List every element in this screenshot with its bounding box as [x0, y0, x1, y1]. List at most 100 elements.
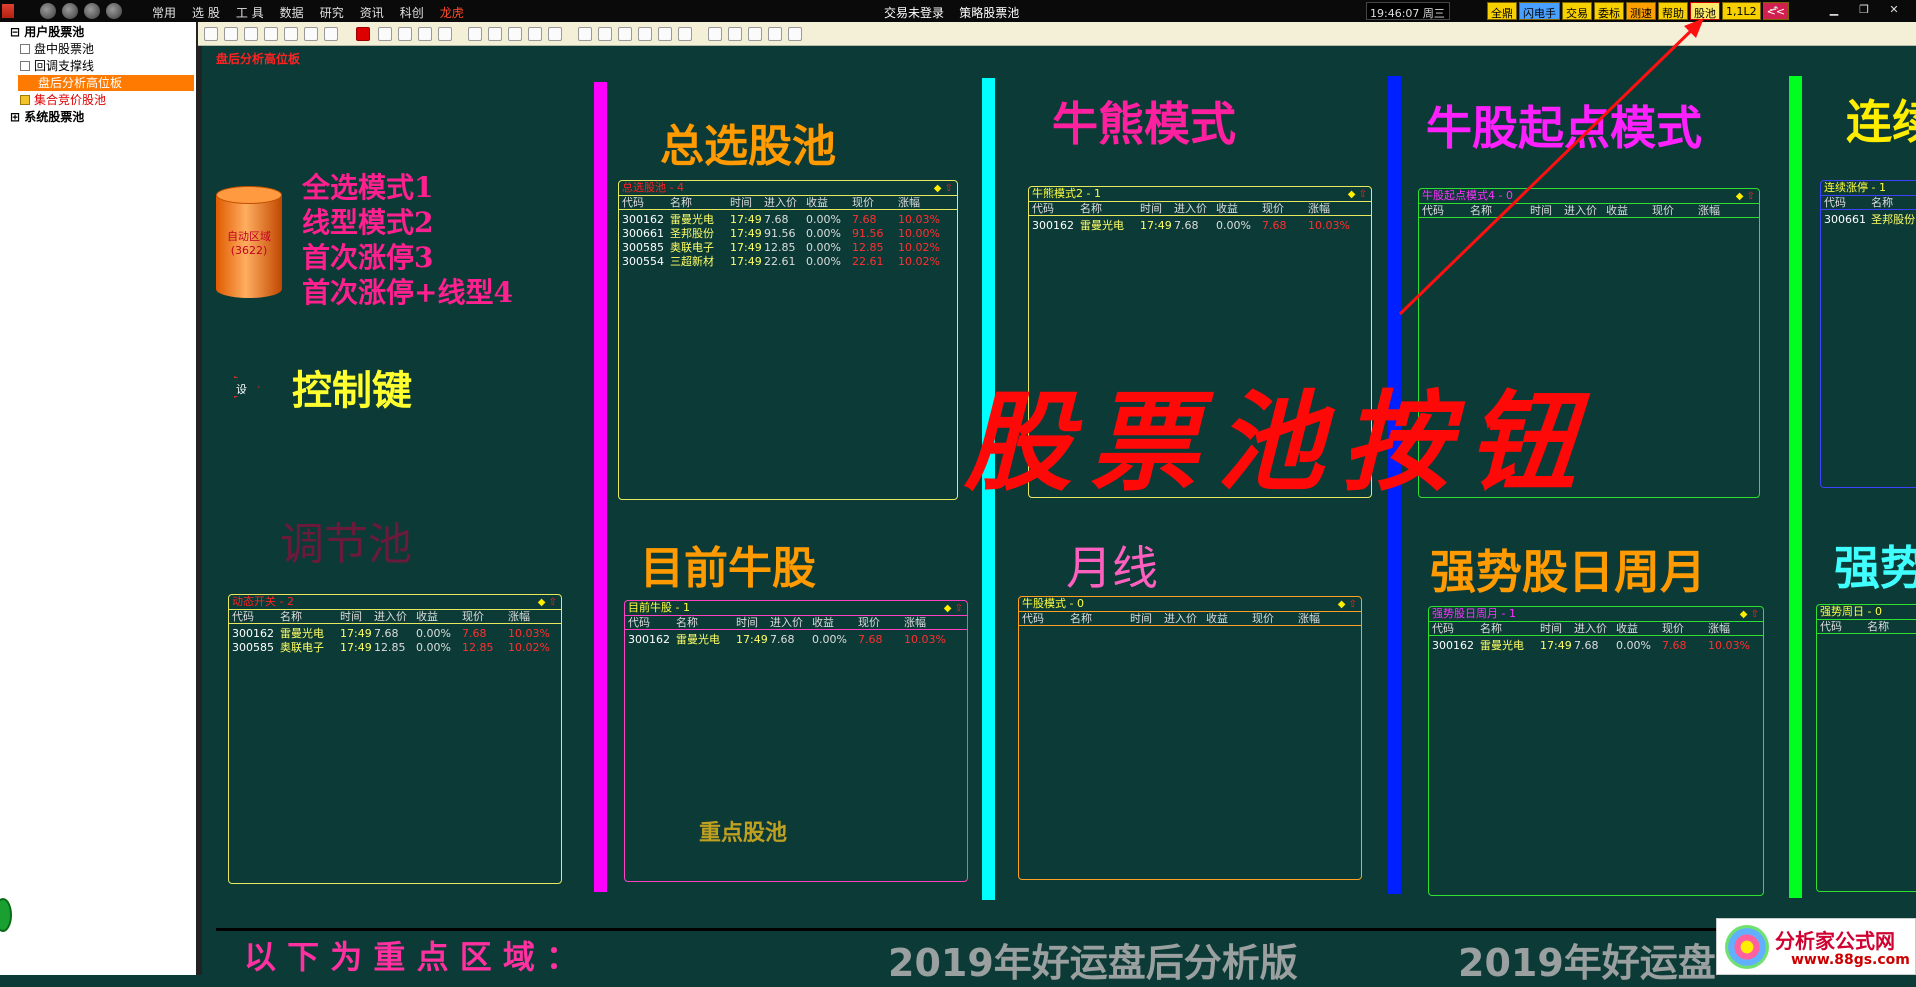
quick-button-quanding[interactable]: 全鼎 — [1487, 2, 1517, 20]
panel-monthly[interactable]: 牛股模式 - 0 ◆ ⇧ 代码 名称 时间 进入价 收益 现价 涨幅 — [1018, 596, 1362, 880]
menu-item-research[interactable]: 研究 — [320, 4, 344, 21]
table-row[interactable]: 300162 雷曼光电 17:49 7.68 0.00% 7.68 10.03% — [1029, 219, 1371, 233]
circle-button-2[interactable] — [62, 3, 78, 19]
close-icon[interactable]: ✕ — [1886, 3, 1902, 17]
tool-icon-20[interactable] — [618, 27, 632, 41]
tool-icon-22[interactable] — [658, 27, 672, 41]
quick-button-trade[interactable]: 交易 — [1562, 2, 1592, 20]
tool-icon-3[interactable] — [244, 27, 258, 41]
tool-icon-1[interactable] — [204, 27, 218, 41]
tool-icon-5[interactable] — [284, 27, 298, 41]
mode-item-4[interactable]: 首次涨停+线型4 — [302, 275, 513, 310]
menu-item-dragon-tiger[interactable]: 龙虎 — [440, 4, 464, 21]
circle-button-1[interactable] — [40, 3, 56, 19]
heading-control-keys: 控制键 — [292, 367, 412, 414]
panel-current-bull[interactable]: 目前牛股 - 1 ◆ ⇧ 代码 名称 时间 进入价 收益 现价 涨幅 300162 雷曼光电 17… — [624, 600, 968, 882]
panel-strong-weekly[interactable]: 强势周日 - 0 代码 名称 — [1816, 604, 1916, 892]
tool-icon-14[interactable] — [488, 27, 502, 41]
tool-icon-19[interactable] — [598, 27, 612, 41]
tool-icon-12[interactable] — [438, 27, 452, 41]
tool-icon-13[interactable] — [468, 27, 482, 41]
heading-total-pool: 总选股池 — [660, 121, 836, 172]
panel-controls-icon[interactable]: ◆ ⇧ — [1740, 608, 1759, 622]
panel-controls-icon[interactable]: ◆ ⇧ — [1348, 188, 1367, 202]
tool-icon-17[interactable] — [548, 27, 562, 41]
tool-icon-9[interactable] — [378, 27, 392, 41]
panel-controls-icon[interactable]: ◆ ⇧ — [538, 596, 557, 610]
table-header: 代码 名称 时间 进入价 收益 现价 涨幅 — [1429, 622, 1763, 636]
circle-button-3[interactable] — [84, 3, 100, 19]
panel-controls-icon[interactable]: ◆ ⇧ — [944, 602, 963, 616]
heading-current-bull: 目前牛股 — [640, 543, 816, 594]
tool-icon-4[interactable] — [264, 27, 278, 41]
cursor-tool-icon[interactable] — [356, 27, 370, 41]
panel-total-pool[interactable]: 总选股池 - 4 ◆ ⇧ 代码 名称 时间 进入价 收益 现价 涨幅 300162 雷曼光电 17… — [618, 180, 958, 500]
mode-item-1[interactable]: 全选模式1 — [302, 170, 513, 205]
menu-item-common[interactable]: 常用 — [152, 4, 176, 21]
restore-icon[interactable]: ❐ — [1856, 3, 1872, 17]
table-header: 代码 名称 时间 进入价 收益 现价 涨幅 — [1019, 612, 1361, 626]
tree-item-pullback[interactable]: 回调支撑线 — [20, 58, 94, 74]
mode-item-3[interactable]: 首次涨停3 — [302, 240, 513, 275]
quick-button-level2[interactable]: 1,1L2 — [1722, 2, 1761, 20]
quick-button-stock-pool[interactable]: 股池 — [1690, 2, 1720, 20]
panel-controls-icon[interactable]: ◆ ⇧ — [934, 182, 953, 196]
panel-title: 牛股模式 - 0 ◆ ⇧ — [1019, 597, 1361, 612]
table-row[interactable]: 300554 三超新材 17:49 22.61 0.00% 22.61 10.02% — [619, 255, 957, 269]
table-row[interactable]: 300585 奥联电子 17:49 12.85 0.00% 12.85 10.02% — [619, 241, 957, 255]
table-row[interactable]: 300162 雷曼光电 17:49 7.68 0.00% 7.68 10.03% — [619, 213, 957, 227]
tool-icon-24[interactable] — [708, 27, 722, 41]
tool-icon-16[interactable] — [528, 27, 542, 41]
tool-icon-18[interactable] — [578, 27, 592, 41]
tool-icon-25[interactable] — [728, 27, 742, 41]
table-row[interactable]: 300661 圣邦股份 — [1821, 213, 1916, 227]
tool-icon-7[interactable] — [324, 27, 338, 41]
minimize-icon[interactable]: ▁ — [1826, 3, 1842, 17]
table-row[interactable]: 300661 圣邦股份 17:49 91.56 0.00% 91.56 10.00% — [619, 227, 957, 241]
quick-button-flash[interactable]: 闪电手 — [1519, 2, 1560, 20]
quick-button-speed[interactable]: 测速 — [1626, 2, 1656, 20]
table-row[interactable]: 300162 雷曼光电 17:49 7.68 0.00% 7.68 10.03% — [625, 633, 967, 647]
panel-dynamic-switch[interactable]: 动态开关 - 2 ◆ ⇧ 代码 名称 时间 进入价 收益 现价 涨幅 300162 雷曼光电 17… — [228, 594, 562, 884]
mode-item-2[interactable]: 线型模式2 — [302, 205, 513, 240]
menu-item-star-market[interactable]: 科创 — [400, 4, 424, 21]
tool-icon-27[interactable] — [768, 27, 782, 41]
tool-icon-6[interactable] — [304, 27, 318, 41]
panel-controls-icon[interactable]: ◆ ⇧ — [1736, 190, 1755, 204]
tool-icon-21[interactable] — [638, 27, 652, 41]
tool-icon-15[interactable] — [508, 27, 522, 41]
overlay-stock-pool-button: 股票池按钮 — [964, 380, 1595, 506]
sidebar-splitter[interactable] — [196, 22, 202, 975]
auto-region-cylinder[interactable]: 自动区域 (3622) — [216, 186, 282, 304]
tree-item-after-hours[interactable]: 盘后分析高位板 — [18, 75, 194, 91]
tool-icon-11[interactable] — [418, 27, 432, 41]
panel-title: 目前牛股 - 1 ◆ ⇧ — [625, 601, 967, 616]
tool-icon-26[interactable] — [748, 27, 762, 41]
menu-item-data[interactable]: 数据 — [280, 4, 304, 21]
circle-button-4[interactable] — [106, 3, 122, 19]
quick-button-order[interactable]: 委标 — [1594, 2, 1624, 20]
doc-icon — [20, 44, 30, 54]
tree-item-system-pool[interactable]: ⊞ 系统股票池 — [10, 109, 84, 125]
menu-item-stock-select[interactable]: 选 股 — [192, 4, 220, 21]
tree-item-intraday[interactable]: 盘中股票池 — [20, 41, 94, 57]
menu-item-news[interactable]: 资讯 — [360, 4, 384, 21]
panel-controls-icon[interactable]: ◆ ⇧ — [1338, 598, 1357, 612]
table-row[interactable]: 300162 雷曼光电 17:49 7.68 0.00% 7.68 10.03% — [229, 627, 561, 641]
divider-magenta — [594, 82, 607, 892]
table-row[interactable]: 300585 奥联电子 17:49 12.85 0.00% 12.85 10.02% — [229, 641, 561, 655]
pin-icon[interactable]: ⬏ — [1766, 3, 1782, 17]
tree-item-auction[interactable]: 集合竞价股池 — [20, 92, 106, 108]
set-button[interactable]: 设 — [234, 376, 260, 398]
tool-icon-23[interactable] — [678, 27, 692, 41]
tool-icon-2[interactable] — [224, 27, 238, 41]
panel-strong-stocks[interactable]: 强势股日周月 - 1 ◆ ⇧ 代码 名称 时间 进入价 收益 现价 涨幅 300162 雷曼光电… — [1428, 606, 1764, 896]
menu-item-tools[interactable]: 工 具 — [236, 4, 264, 21]
panel-consecutive[interactable]: 连续涨停 - 1 代码 名称 300661 圣邦股份 — [1820, 180, 1916, 488]
panel-title: 强势周日 - 0 — [1817, 605, 1916, 620]
panel-title: 牛股起点模式4 - 0 ◆ ⇧ — [1419, 189, 1759, 204]
table-row[interactable]: 300162 雷曼光电 17:49 7.68 0.00% 7.68 10.03% — [1429, 639, 1763, 653]
tree-item-user-pool[interactable]: ⊟ 用户股票池 — [10, 24, 84, 40]
tool-icon-10[interactable] — [398, 27, 412, 41]
quick-button-help[interactable]: 帮助 — [1658, 2, 1688, 20]
